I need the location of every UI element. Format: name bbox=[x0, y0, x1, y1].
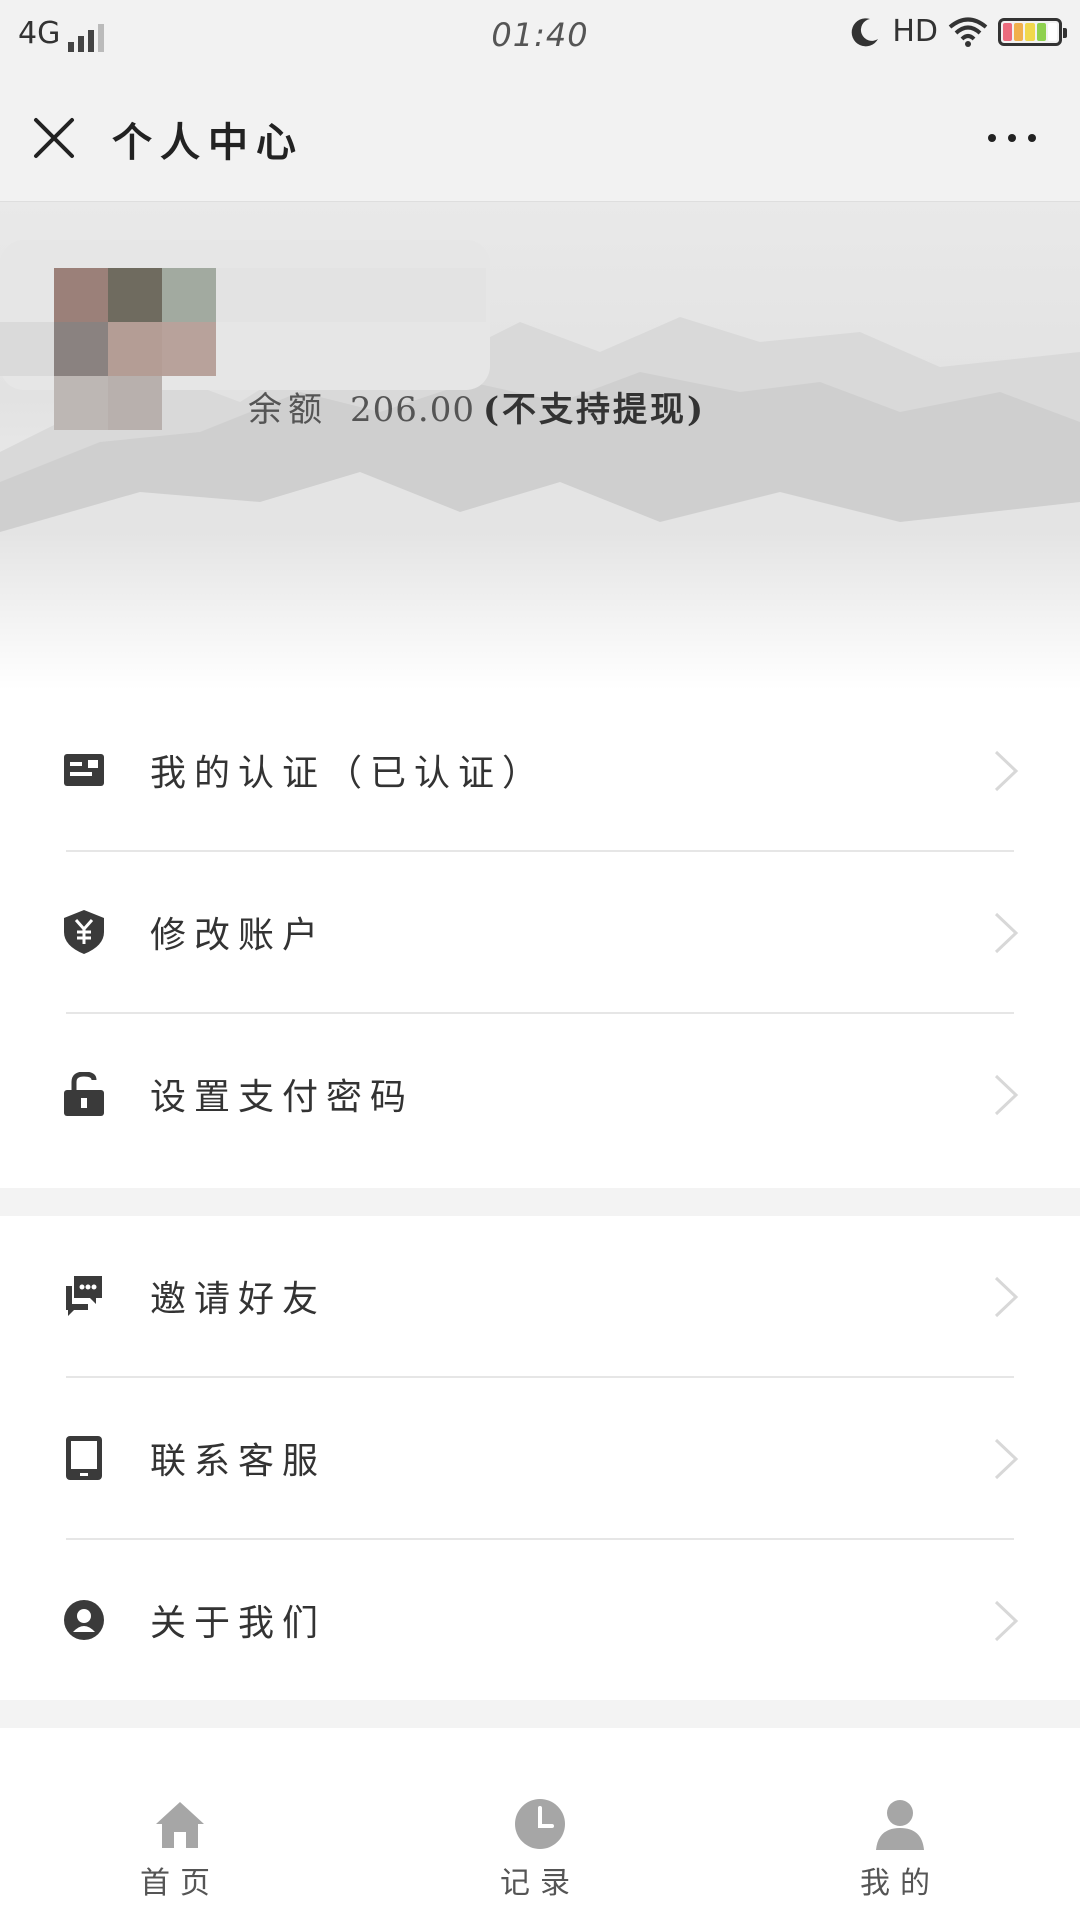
menu-item-payment-password[interactable]: 设置支付密码 bbox=[0, 1014, 1080, 1176]
bottom-tab-bar: 首页 记录 我的 bbox=[0, 1728, 1080, 1920]
tab-home[interactable]: 首页 bbox=[80, 1728, 280, 1920]
clock-icon bbox=[515, 1799, 565, 1849]
page-title: 个人中心 bbox=[112, 119, 304, 166]
balance-label: 余额 bbox=[248, 390, 328, 430]
chevron-right-icon bbox=[994, 750, 1019, 792]
id-card-icon bbox=[64, 754, 104, 786]
menu-label: 修改账户 bbox=[150, 915, 327, 956]
chat-bubbles-icon bbox=[66, 1276, 102, 1316]
tab-label: 首页 bbox=[140, 1866, 220, 1901]
tab-records[interactable]: 记录 bbox=[440, 1728, 640, 1920]
close-icon[interactable] bbox=[30, 114, 78, 162]
menu-item-modify-account[interactable]: 修改账户 bbox=[0, 852, 1080, 1014]
home-icon bbox=[156, 1802, 204, 1848]
profile-banner: 余额 206.00 (不支持提现) bbox=[0, 202, 1080, 690]
chevron-right-icon bbox=[994, 1438, 1019, 1480]
tab-label: 记录 bbox=[500, 1866, 580, 1901]
hd-label: HD bbox=[892, 14, 938, 49]
balance: 余额 206.00 (不支持提现) bbox=[248, 382, 706, 431]
balance-value: 206.00 bbox=[350, 390, 475, 430]
moon-icon bbox=[852, 17, 879, 46]
chevron-right-icon bbox=[994, 1074, 1019, 1116]
menu-group-support: 邀请好友 联系客服 关于我们 bbox=[0, 1216, 1080, 1700]
chevron-right-icon bbox=[994, 1600, 1019, 1642]
user-circle-icon bbox=[64, 1600, 104, 1640]
menu-item-contact-service[interactable]: 联系客服 bbox=[0, 1378, 1080, 1540]
menu-label: 我的认证（已认证） bbox=[150, 753, 547, 794]
tab-label: 我的 bbox=[860, 1866, 940, 1901]
unlock-icon bbox=[64, 1072, 104, 1116]
wifi-icon bbox=[948, 17, 988, 47]
nav-bar: 个人中心 bbox=[0, 72, 1080, 202]
menu-label: 关于我们 bbox=[150, 1603, 327, 1644]
menu-item-verification[interactable]: 我的认证（已认证） bbox=[0, 690, 1080, 852]
tab-mine[interactable]: 我的 bbox=[800, 1728, 1000, 1920]
menu-group-account: 我的认证（已认证） 修改账户 设置支付密码 bbox=[0, 690, 1080, 1188]
yuan-shield-icon bbox=[64, 910, 104, 954]
menu-label: 邀请好友 bbox=[150, 1279, 327, 1320]
chevron-right-icon bbox=[994, 912, 1019, 954]
more-icon[interactable] bbox=[984, 128, 1040, 148]
battery-icon bbox=[998, 17, 1067, 46]
chevron-right-icon bbox=[994, 1276, 1019, 1318]
status-bar: 4G 01:40 HD bbox=[0, 0, 1080, 72]
status-right: HD bbox=[848, 14, 1067, 49]
menu-item-invite-friends[interactable]: 邀请好友 bbox=[0, 1216, 1080, 1378]
balance-note: (不支持提现) bbox=[482, 390, 707, 430]
menu-label: 设置支付密码 bbox=[150, 1077, 415, 1118]
tablet-icon bbox=[66, 1436, 102, 1480]
menu-label: 联系客服 bbox=[150, 1441, 327, 1482]
person-icon bbox=[876, 1800, 924, 1850]
menu-item-about-us[interactable]: 关于我们 bbox=[0, 1540, 1080, 1702]
